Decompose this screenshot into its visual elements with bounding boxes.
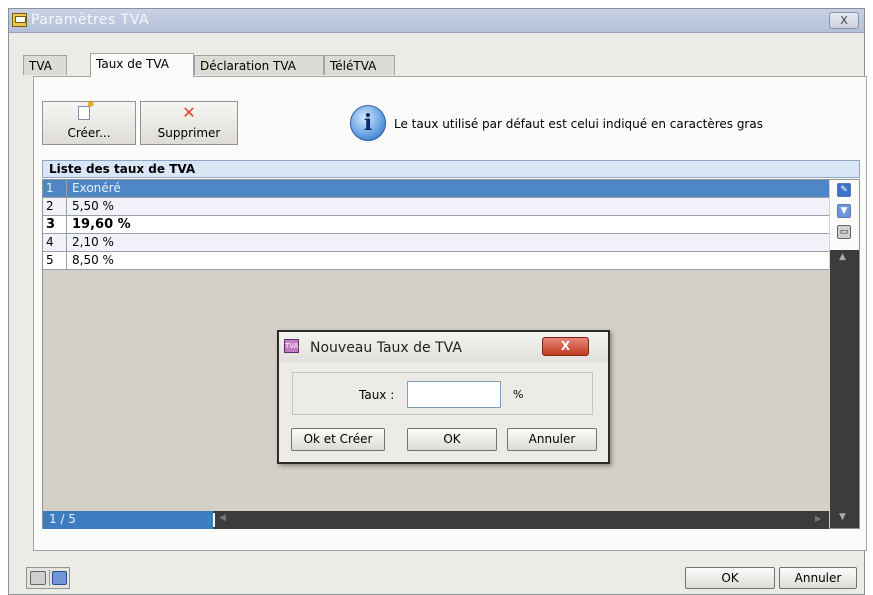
window-title: Paramètres TVA xyxy=(31,12,150,28)
dialog-cancel-button[interactable]: Annuler xyxy=(507,428,597,451)
dialog-close-button[interactable]: X xyxy=(542,337,589,356)
tab-tva[interactable]: TVA xyxy=(23,55,67,75)
table-row[interactable]: 1 Exonéré xyxy=(43,180,829,198)
scroll-left-icon[interactable]: ◀ xyxy=(219,513,226,523)
rate-label: Taux : xyxy=(359,388,395,402)
dialog-title-bar[interactable]: TVA Nouveau Taux de TVA X xyxy=(279,332,608,362)
window-close-button[interactable]: X xyxy=(829,12,859,29)
app-icon xyxy=(12,13,27,27)
row-value: 5,50 % xyxy=(72,199,114,213)
delete-icon: ✕ xyxy=(182,103,196,122)
row-value: 19,60 % xyxy=(72,217,131,232)
row-value: 8,50 % xyxy=(72,253,114,267)
percent-unit: % xyxy=(513,388,524,401)
printer-icon[interactable]: ▭ xyxy=(837,225,851,239)
new-tva-rate-dialog: TVA Nouveau Taux de TVA X Taux : % Ok et… xyxy=(277,330,610,464)
ok-button[interactable]: OK xyxy=(685,567,775,589)
table-row-default[interactable]: 3 19,60 % xyxy=(43,216,829,234)
table-row[interactable]: 4 2,10 % xyxy=(43,234,829,252)
table-row[interactable]: 5 8,50 % xyxy=(43,252,829,270)
vertical-scrollbar[interactable]: ▲ ▼ xyxy=(830,250,859,528)
scroll-right-icon[interactable]: ▶ xyxy=(815,514,821,523)
taux-tva-panel: Créer... ✕ Supprimer i Le taux utilisé p… xyxy=(33,76,867,551)
rate-input[interactable] xyxy=(407,381,501,408)
record-counter: 1 / 5 xyxy=(43,511,213,529)
row-number: 2 xyxy=(43,198,67,215)
scroll-down-icon[interactable]: ▼ xyxy=(839,512,846,522)
row-number: 1 xyxy=(43,180,67,197)
delete-button[interactable]: ✕ Supprimer xyxy=(140,101,238,145)
create-button-label: Créer... xyxy=(67,126,111,140)
tab-declaration-tva[interactable]: Déclaration TVA xyxy=(194,55,324,75)
row-value: 2,10 % xyxy=(72,235,114,249)
new-document-icon xyxy=(78,100,95,120)
title-bar[interactable]: Paramètres TVA X xyxy=(9,9,864,33)
export-icon[interactable] xyxy=(52,571,67,585)
dialog-ok-button[interactable]: OK xyxy=(407,428,497,451)
horizontal-scroll-thumb[interactable] xyxy=(213,513,215,527)
grid-status-bar: 1 / 5 ◀ ▶ xyxy=(43,511,829,529)
export-icon[interactable]: ▼ xyxy=(837,204,851,218)
print-icon[interactable] xyxy=(30,571,46,585)
grid-side-toolbar: ✎ ▼ ▭ xyxy=(830,180,859,250)
rate-field-group: Taux : % xyxy=(292,372,593,415)
dialog-app-icon: TVA xyxy=(284,339,299,353)
table-row[interactable]: 2 5,50 % xyxy=(43,198,829,216)
tva-settings-window: Paramètres TVA X TVA Taux de TVA Déclara… xyxy=(8,8,867,595)
tab-teletva[interactable]: TéléTVA xyxy=(324,55,395,75)
scroll-up-icon[interactable]: ▲ xyxy=(839,252,846,262)
row-number: 4 xyxy=(43,234,67,251)
row-number: 5 xyxy=(43,252,67,269)
edit-icon[interactable]: ✎ xyxy=(837,183,851,197)
info-message: Le taux utilisé par défaut est celui ind… xyxy=(394,117,763,131)
delete-button-label: Supprimer xyxy=(157,126,221,140)
bottom-icon-group xyxy=(26,567,70,589)
dialog-title: Nouveau Taux de TVA xyxy=(310,340,462,356)
cancel-button[interactable]: Annuler xyxy=(779,567,857,589)
divider xyxy=(49,570,50,586)
row-number: 3 xyxy=(43,216,67,233)
row-value: Exonéré xyxy=(72,181,121,195)
info-icon: i xyxy=(350,105,386,141)
list-title: Liste des taux de TVA xyxy=(42,160,860,178)
tab-taux-tva[interactable]: Taux de TVA xyxy=(90,53,194,77)
ok-and-create-button[interactable]: Ok et Créer xyxy=(291,428,385,451)
create-button[interactable]: Créer... xyxy=(42,100,136,145)
